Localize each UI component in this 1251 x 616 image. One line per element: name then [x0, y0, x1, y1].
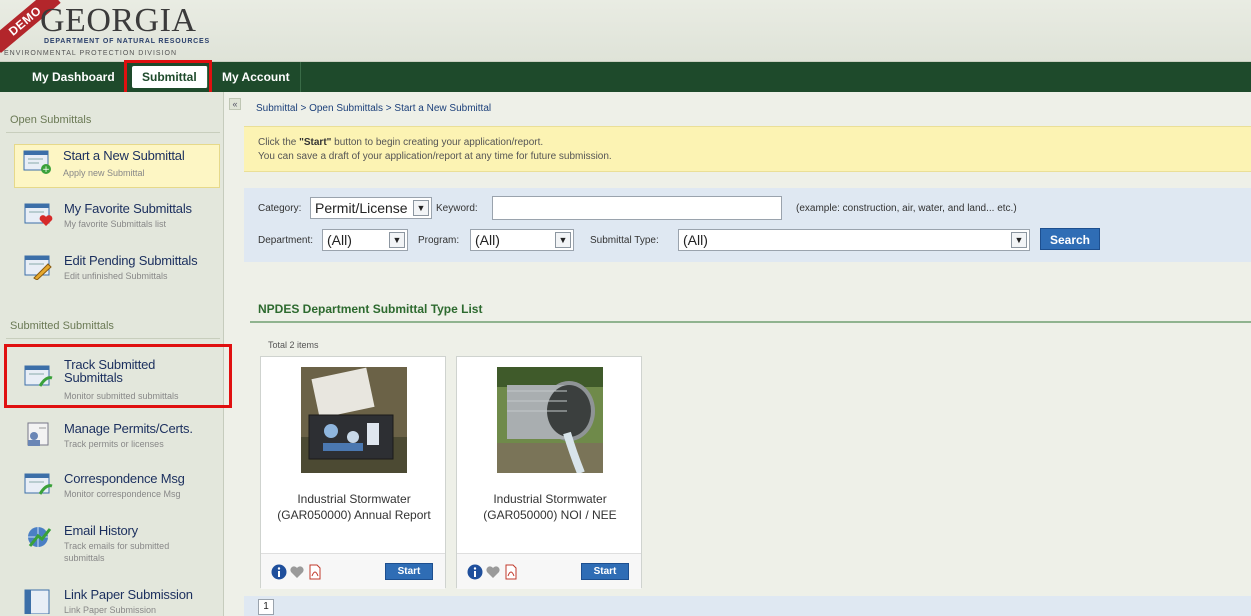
sidebar-item-favorites[interactable]: My Favorite Submittals My favorite Submi…	[16, 198, 222, 242]
department-value: (All)	[327, 232, 352, 248]
sidebar-section-open: Open Submittals	[10, 114, 92, 126]
keyword-input[interactable]	[492, 196, 782, 220]
sidebar-item-label: Edit Pending Submittals	[64, 253, 198, 268]
sidebar-item-email-history[interactable]: Email History Track emails for submitted…	[16, 520, 222, 570]
pdf-icon[interactable]	[307, 564, 323, 580]
new-submittal-icon: +	[23, 150, 51, 175]
category-value: Permit/License	[315, 200, 408, 216]
card-title-line2: (GAR050000) NOI / NEE	[483, 508, 617, 522]
sidebar-item-desc: My favorite Submittals list	[64, 219, 167, 229]
info-icon[interactable]	[467, 564, 483, 580]
sidebar-item-desc: Monitor correspondence Msg	[64, 489, 181, 499]
divider	[6, 338, 220, 339]
logo-subtitle-epd: ENVIRONMENTAL PROTECTION DIVISION	[4, 50, 178, 57]
program-select[interactable]: (All) ▼	[470, 229, 574, 251]
sidebar-item-desc-cont: submittals	[64, 553, 105, 563]
tab-my-dashboard[interactable]: My Dashboard	[22, 62, 126, 92]
link-paper-icon	[24, 589, 50, 614]
track-submitted-icon	[24, 365, 53, 387]
logo-subtitle-dnr: DEPARTMENT OF NATURAL RESOURCES	[44, 38, 210, 45]
sidebar-item-desc: Track emails for submitted	[64, 541, 170, 551]
svg-text:+: +	[42, 165, 50, 175]
top-navigation: My Dashboard Submittal My Account	[0, 62, 1251, 92]
favorite-heart-icon[interactable]	[485, 564, 501, 580]
search-button[interactable]: Search	[1040, 228, 1100, 250]
sidebar-item-desc: Link Paper Submission	[64, 605, 157, 615]
submittal-type-value: (All)	[683, 232, 708, 248]
logo-title: GEORGIA	[40, 2, 197, 39]
page-header: DEMO GEORGIA DEPARTMENT OF NATURAL RESOU…	[0, 0, 1251, 62]
sidebar-item-label: Link Paper Submission	[64, 587, 193, 602]
list-title: NPDES Department Submittal Type List	[258, 302, 483, 316]
email-history-icon	[28, 527, 52, 547]
department-label: Department:	[258, 235, 314, 246]
sidebar-item-start-new[interactable]: + Start a New Submittal Apply new Submit…	[14, 144, 220, 188]
chevron-down-icon: ▼	[413, 200, 429, 216]
category-label: Category:	[258, 203, 302, 214]
program-label: Program:	[418, 235, 460, 246]
divider	[250, 321, 1251, 323]
georgia-epd-logo[interactable]: DEMO GEORGIA DEPARTMENT OF NATURAL RESOU…	[0, 0, 230, 62]
tab-my-account[interactable]: My Account	[212, 62, 301, 92]
program-value: (All)	[475, 232, 500, 248]
start-button[interactable]: Start	[581, 563, 629, 580]
sidebar-item-label: Start a New Submittal	[63, 148, 185, 163]
favorite-heart-icon[interactable]	[289, 564, 305, 580]
card-footer: Start	[261, 553, 445, 589]
sidebar-item-manage-permits[interactable]: Manage Permits/Certs. Track permits or l…	[16, 418, 222, 462]
sidebar-item-label: Email History	[64, 523, 138, 538]
sidebar-section-submitted: Submitted Submittals	[10, 320, 114, 332]
sidebar-item-desc: Monitor submitted submittals	[64, 391, 179, 401]
page-number-button[interactable]: 1	[258, 599, 274, 615]
sidebar-item-correspondence[interactable]: Correspondence Msg Monitor correspondenc…	[16, 468, 222, 512]
submittal-card[interactable]: Industrial Stormwater (GAR050000) NOI / …	[456, 356, 642, 589]
department-select[interactable]: (All) ▼	[322, 229, 408, 251]
card-footer: Start	[457, 553, 641, 589]
info-icon[interactable]	[271, 564, 287, 580]
search-panel: Category: Permit/License ▼ Keyword: (exa…	[244, 188, 1251, 262]
breadcrumb[interactable]: Submittal > Open Submittals > Start a Ne…	[256, 103, 491, 114]
keyword-label: Keyword:	[436, 203, 478, 214]
sidebar-item-desc: Track permits or licenses	[64, 439, 164, 449]
total-count: Total 2 items	[268, 340, 319, 350]
edit-pending-icon	[24, 255, 52, 280]
sidebar-item-desc: Apply new Submittal	[63, 168, 145, 178]
sidebar-item-link-paper[interactable]: Link Paper Submission Link Paper Submiss…	[16, 584, 222, 616]
sidebar-item-desc: Edit unfinished Submittals	[64, 271, 168, 281]
submittal-card[interactable]: Industrial Stormwater (GAR050000) Annual…	[260, 356, 446, 589]
submittal-type-label: Submittal Type:	[590, 235, 659, 246]
sidebar-item-label: My Favorite Submittals	[64, 201, 192, 216]
info-message: Click the "Start" button to begin creati…	[244, 126, 1251, 172]
sidebar-item-track-submitted[interactable]: Track Submitted Submittals Monitor submi…	[16, 354, 222, 404]
pdf-icon[interactable]	[503, 564, 519, 580]
start-button[interactable]: Start	[385, 563, 433, 580]
correspondence-icon	[24, 473, 53, 495]
chevron-down-icon: ▼	[389, 232, 405, 248]
tab-submittal[interactable]: Submittal	[132, 66, 208, 88]
info-line-1: Click the "Start" button to begin creati…	[258, 137, 544, 148]
manage-permits-icon	[27, 422, 49, 446]
category-select[interactable]: Permit/License ▼	[310, 197, 432, 219]
pagination: 1	[244, 596, 1251, 616]
water-test-kit-image	[301, 367, 407, 473]
collapse-sidebar-icon[interactable]: «	[229, 98, 241, 110]
sidebar: Open Submittals + Start a New Submittal …	[0, 92, 224, 616]
chevron-down-icon: ▼	[1011, 232, 1027, 248]
submittal-type-select[interactable]: (All) ▼	[678, 229, 1030, 251]
stormwater-pipe-image	[497, 367, 603, 473]
sidebar-item-edit-pending[interactable]: Edit Pending Submittals Edit unfinished …	[16, 250, 222, 294]
keyword-hint: (example: construction, air, water, and …	[796, 203, 1017, 214]
divider	[6, 132, 220, 133]
sidebar-item-label: Correspondence Msg	[64, 471, 185, 486]
info-line-2: You can save a draft of your application…	[258, 151, 612, 162]
card-title-line2: (GAR050000) Annual Report	[277, 508, 431, 522]
sidebar-item-label: Manage Permits/Certs.	[64, 421, 193, 436]
favorite-submittals-icon	[24, 203, 53, 226]
card-title-line1: Industrial Stormwater	[297, 492, 411, 506]
chevron-down-icon: ▼	[555, 232, 571, 248]
sidebar-item-label-cont: Submittals	[64, 370, 123, 385]
card-title-line1: Industrial Stormwater	[493, 492, 607, 506]
